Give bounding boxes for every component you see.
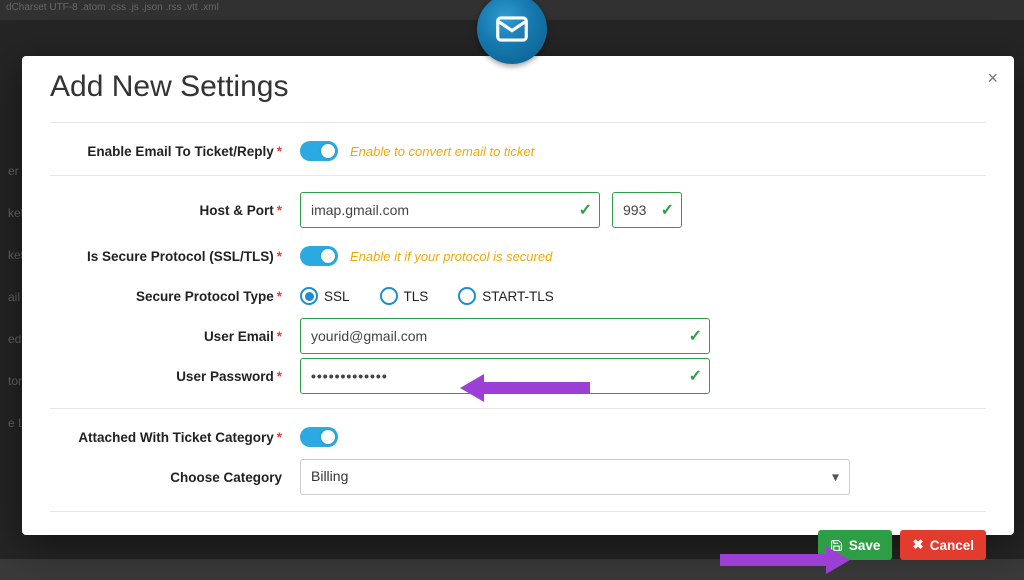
radio-ssl[interactable]: SSL bbox=[300, 287, 350, 305]
chevron-down-icon: ▾ bbox=[832, 469, 839, 486]
label-attached-category: Attached With Ticket Category* bbox=[50, 430, 300, 445]
save-icon bbox=[830, 539, 843, 552]
user-password-input[interactable] bbox=[300, 358, 710, 394]
toggle-attached-category[interactable] bbox=[300, 427, 338, 447]
label-secure-protocol: Is Secure Protocol (SSL/TLS)* bbox=[50, 249, 300, 264]
category-select[interactable]: Billing ▾ bbox=[300, 459, 850, 495]
user-email-input[interactable] bbox=[300, 318, 710, 354]
close-icon: ✖ bbox=[912, 537, 923, 553]
cancel-button[interactable]: ✖ Cancel bbox=[900, 530, 986, 560]
hint-secure-protocol: Enable it if your protocol is secured bbox=[350, 249, 552, 264]
save-button[interactable]: Save bbox=[818, 530, 893, 560]
label-host-port: Host & Port* bbox=[50, 203, 300, 218]
hint-enable-email: Enable to convert email to ticket bbox=[350, 144, 534, 159]
label-user-email: User Email* bbox=[50, 329, 300, 344]
radio-tls[interactable]: TLS bbox=[380, 287, 429, 305]
toggle-secure-protocol[interactable] bbox=[300, 246, 338, 266]
close-button[interactable]: × bbox=[987, 68, 998, 89]
check-icon: ✓ bbox=[661, 200, 674, 220]
check-icon: ✓ bbox=[579, 200, 592, 220]
modal-title: Add New Settings bbox=[50, 70, 986, 104]
radio-starttls[interactable]: START-TLS bbox=[458, 287, 554, 305]
divider bbox=[50, 408, 986, 409]
label-choose-category: Choose Category bbox=[50, 470, 300, 485]
modal-footer: Save ✖ Cancel bbox=[50, 520, 986, 560]
label-user-password: User Password* bbox=[50, 369, 300, 384]
toggle-enable-email[interactable] bbox=[300, 141, 338, 161]
divider bbox=[50, 175, 986, 176]
check-icon: ✓ bbox=[689, 326, 702, 346]
host-input[interactable] bbox=[300, 192, 600, 228]
divider bbox=[50, 122, 986, 123]
label-protocol-type: Secure Protocol Type* bbox=[50, 289, 300, 304]
category-value: Billing bbox=[311, 468, 348, 484]
add-settings-modal: × Add New Settings Enable Email To Ticke… bbox=[22, 56, 1014, 535]
divider bbox=[50, 511, 986, 512]
check-icon: ✓ bbox=[689, 366, 702, 386]
label-enable-email: Enable Email To Ticket/Reply* bbox=[50, 144, 300, 159]
